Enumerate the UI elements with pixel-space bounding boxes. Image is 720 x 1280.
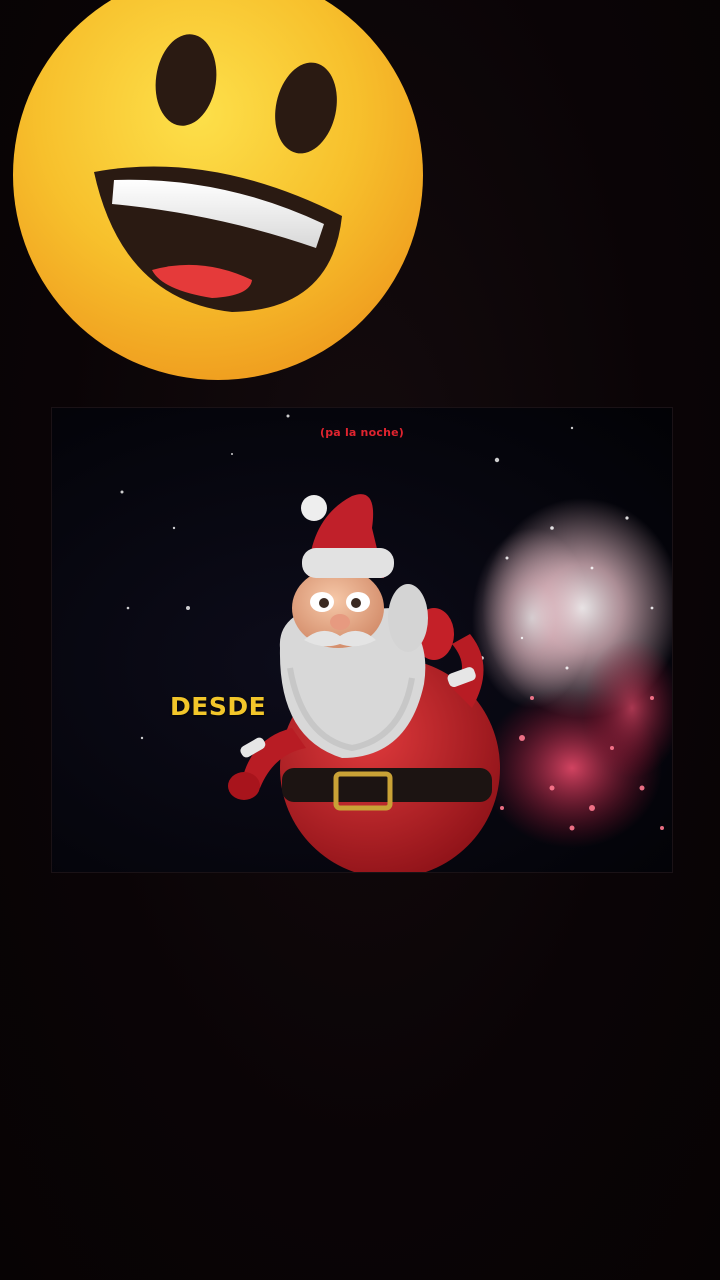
santa-figure (228, 494, 500, 872)
santa-animation-scene (120, 414, 672, 872)
grinning-face-icon (12, 0, 424, 386)
story-screen: (pa la noche) DESDE (0, 0, 720, 1280)
video-player[interactable]: (pa la noche) DESDE (52, 408, 672, 872)
main-caption: DESDE (170, 692, 267, 721)
top-caption: (pa la noche) (319, 426, 404, 439)
